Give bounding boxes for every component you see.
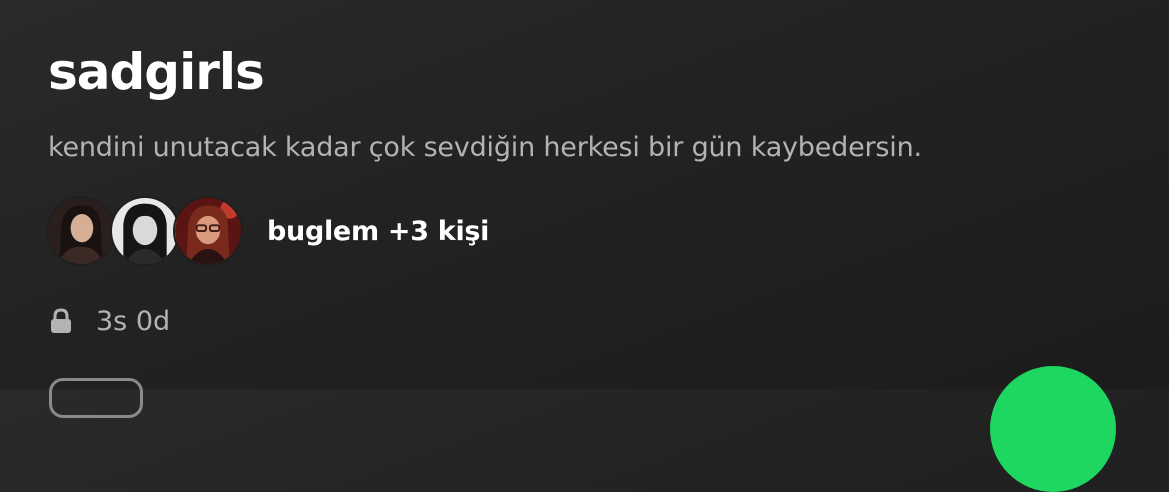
avatar[interactable] <box>110 196 180 266</box>
playlist-title: sadgirls <box>48 43 265 101</box>
avatar[interactable] <box>46 196 116 266</box>
lock-icon <box>51 308 71 333</box>
playlist-meta: 3s 0d <box>50 301 170 341</box>
playlist-duration: 3s 0d <box>96 305 171 337</box>
avatar[interactable] <box>173 196 243 266</box>
playlist-description: kendini unutacak kadar çok sevdiğin herk… <box>48 132 922 163</box>
play-button[interactable] <box>990 366 1116 492</box>
collaborator-avatars[interactable] <box>46 194 246 268</box>
playlist-cover-thumbnail-button[interactable] <box>49 378 143 418</box>
collaborators-row[interactable]: buglem +3 kişi <box>46 194 489 268</box>
collaborators-label[interactable]: buglem +3 kişi <box>267 216 489 247</box>
